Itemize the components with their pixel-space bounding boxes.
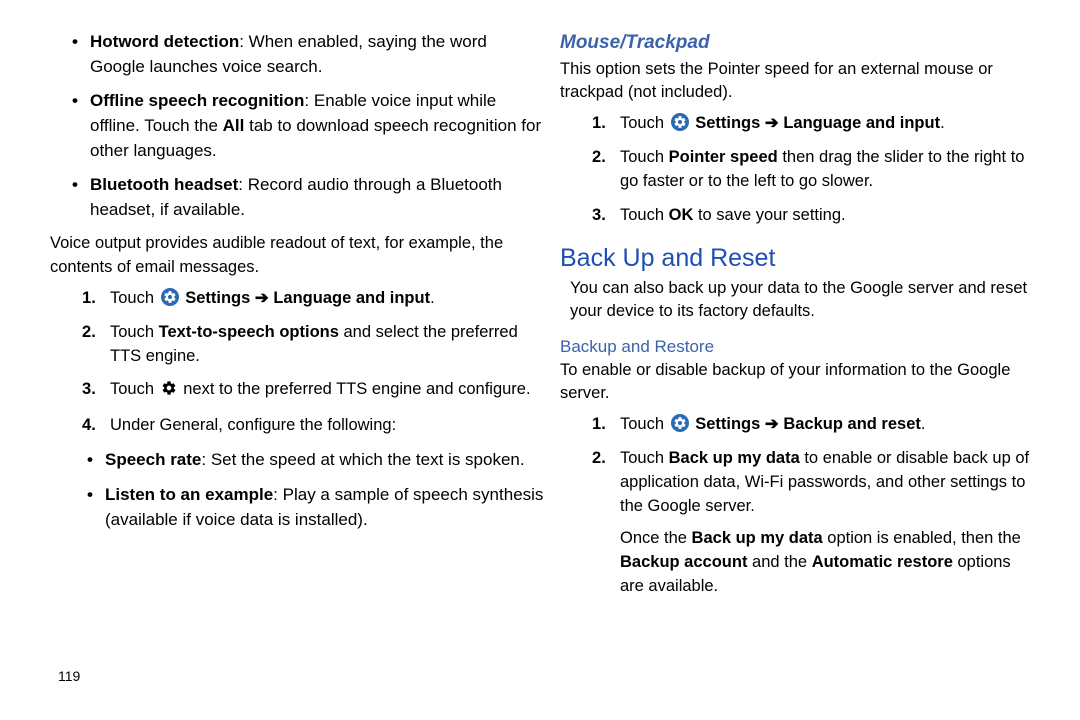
txt: Touch xyxy=(620,415,669,433)
settings-icon xyxy=(161,288,179,306)
settings-label: Settings xyxy=(185,289,255,307)
all-tab: All xyxy=(223,116,245,135)
automatic-restore: Automatic restore xyxy=(812,553,953,571)
feature-bullets: Hotword detection: When enabled, saying … xyxy=(50,30,545,222)
bullet-hotword: Hotword detection: When enabled, saying … xyxy=(90,30,545,79)
page-number: 119 xyxy=(58,668,80,684)
desc: : Set the speed at which the text is spo… xyxy=(201,450,524,469)
lang-input-label: Language and input xyxy=(783,114,940,132)
settings-icon xyxy=(671,414,689,432)
step-2: Touch Back up my data to enable or disab… xyxy=(620,447,1030,599)
gear-icon xyxy=(161,380,177,404)
backup-para: You can also back up your data to the Go… xyxy=(560,277,1030,323)
txt3: Once the xyxy=(620,529,692,547)
mouse-trackpad-heading: Mouse/Trackpad xyxy=(560,32,1030,54)
txt: Touch xyxy=(620,114,669,132)
backup-enable-para: To enable or disable backup of your info… xyxy=(560,359,1030,405)
step-1: Touch Settings ➔ Language and input. xyxy=(620,112,1030,136)
txt5: and the xyxy=(747,553,811,571)
tts-options: Text-to-speech options xyxy=(159,323,339,341)
txt: Touch xyxy=(620,449,669,467)
step-2: Touch Pointer speed then drag the slider… xyxy=(620,146,1030,194)
voice-output-para: Voice output provides audible readout of… xyxy=(50,232,545,278)
mouse-steps: Touch Settings ➔ Language and input. Tou… xyxy=(560,112,1030,228)
txt2: to save your setting. xyxy=(693,206,845,224)
settings-label: Settings xyxy=(695,415,765,433)
term: Bluetooth headset xyxy=(90,175,238,194)
step-1: Touch Settings ➔ Backup and reset. xyxy=(620,413,1030,437)
step-1: Touch Settings ➔ Language and input. xyxy=(110,287,545,311)
arrow-icon: ➔ xyxy=(765,114,783,132)
bullet-listen-example: Listen to an example: Play a sample of s… xyxy=(105,483,545,532)
period: . xyxy=(430,289,435,307)
lang-input-label: Language and input xyxy=(273,289,430,307)
backup-my-data: Back up my data xyxy=(669,449,800,467)
step-2: Touch Text-to-speech options and select … xyxy=(110,321,545,369)
general-bullets: Speech rate: Set the speed at which the … xyxy=(50,448,545,532)
backup-restore-subhead: Backup and Restore xyxy=(560,337,1030,357)
step-3: Touch OK to save your setting. xyxy=(620,204,1030,228)
bullet-offline-speech: Offline speech recognition: Enable voice… xyxy=(90,89,545,163)
txt: Under General, configure the following: xyxy=(110,416,396,434)
tts-steps: Touch Settings ➔ Language and input. Tou… xyxy=(50,287,545,439)
settings-label: Settings xyxy=(695,114,765,132)
txt4: option is enabled, then the xyxy=(823,529,1021,547)
backup-reset-heading: Back Up and Reset xyxy=(560,244,1030,273)
bullet-bluetooth: Bluetooth headset: Record audio through … xyxy=(90,173,545,222)
term: Hotword detection xyxy=(90,32,239,51)
period: . xyxy=(921,415,926,433)
term: Offline speech recognition xyxy=(90,91,304,110)
term: Listen to an example xyxy=(105,485,273,504)
left-column: Hotword detection: When enabled, saying … xyxy=(50,30,555,710)
backup-my-data2: Back up my data xyxy=(692,529,823,547)
step-4: Under General, configure the following: xyxy=(110,414,545,438)
txt: Touch xyxy=(620,148,669,166)
bullet-speech-rate: Speech rate: Set the speed at which the … xyxy=(105,448,545,473)
backup-account: Backup account xyxy=(620,553,747,571)
txt: Touch xyxy=(110,289,159,307)
arrow-icon: ➔ xyxy=(765,415,783,433)
step-3: Touch next to the preferred TTS engine a… xyxy=(110,378,545,404)
backup-reset-label: Backup and reset xyxy=(783,415,921,433)
settings-icon xyxy=(671,113,689,131)
right-column: Mouse/Trackpad This option sets the Poin… xyxy=(555,30,1060,710)
backup-steps: Touch Settings ➔ Backup and reset. Touch… xyxy=(560,413,1030,598)
txt2: next to the preferred TTS engine and con… xyxy=(183,380,530,398)
txt: Touch xyxy=(110,380,159,398)
pointer-speed: Pointer speed xyxy=(669,148,778,166)
ok-label: OK xyxy=(669,206,694,224)
manual-page: Hotword detection: When enabled, saying … xyxy=(0,0,1080,720)
mouse-para: This option sets the Pointer speed for a… xyxy=(560,58,1030,104)
term: Speech rate xyxy=(105,450,201,469)
txt: Touch xyxy=(110,323,159,341)
txt: Touch xyxy=(620,206,669,224)
period: . xyxy=(940,114,945,132)
arrow-icon: ➔ xyxy=(255,289,273,307)
